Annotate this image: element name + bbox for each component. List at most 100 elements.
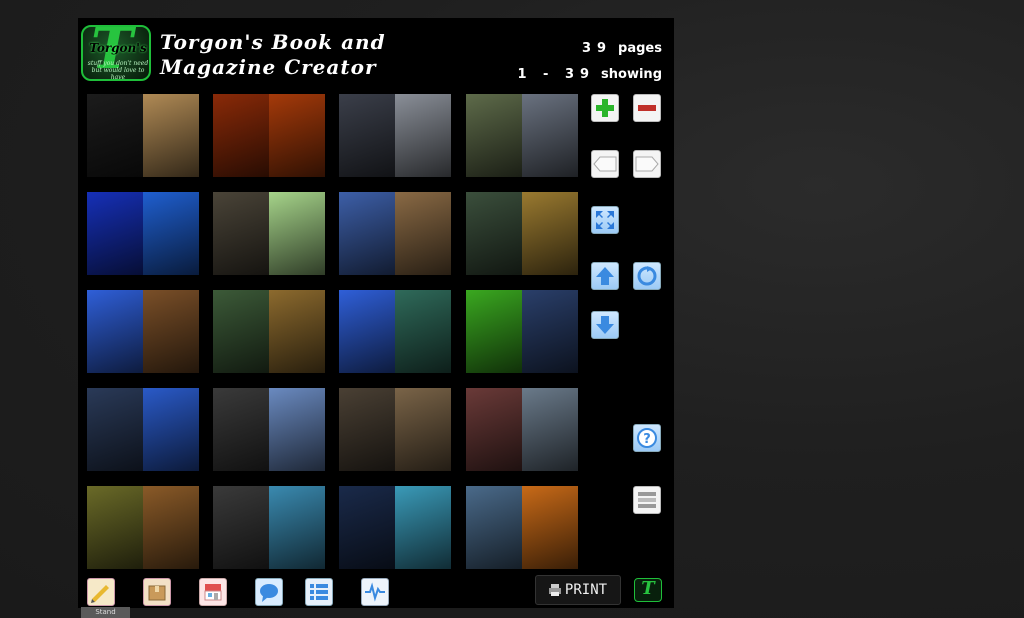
logo-tagline: stuff you don't need but would love to h… bbox=[87, 60, 149, 81]
page-image-left bbox=[339, 388, 395, 471]
chat-button[interactable] bbox=[255, 578, 283, 606]
page-image-left bbox=[339, 94, 395, 177]
thumbnail-page-3-4[interactable] bbox=[213, 94, 325, 177]
torgon-mini-logo[interactable]: T bbox=[634, 578, 662, 602]
menu-list-button[interactable] bbox=[633, 486, 661, 514]
move-down-button[interactable] bbox=[591, 311, 619, 339]
page-image-right bbox=[522, 388, 578, 471]
previous-page-button[interactable] bbox=[591, 150, 619, 178]
page-image-left bbox=[213, 192, 269, 275]
activity-button[interactable] bbox=[361, 578, 389, 606]
torgon-logo: T Torgon's stuff you don't need but woul… bbox=[81, 25, 151, 81]
thumbnail-page-23-24[interactable] bbox=[466, 290, 578, 373]
page-image-right bbox=[269, 94, 325, 177]
page-image-right bbox=[522, 192, 578, 275]
thumbnail-page-9-10[interactable] bbox=[87, 192, 199, 275]
arrow-up-icon bbox=[596, 267, 614, 285]
page-image-left bbox=[466, 486, 522, 569]
expand-arrows-icon bbox=[596, 211, 614, 229]
app-title: Torgon's Book and Magazine Creator bbox=[160, 30, 420, 80]
svg-text:?: ? bbox=[643, 432, 651, 447]
rotate-button[interactable] bbox=[633, 262, 661, 290]
page-image-left bbox=[87, 388, 143, 471]
page-image-right bbox=[269, 388, 325, 471]
showing-range: 1 - 39 bbox=[517, 67, 596, 82]
thumbnail-page-33-34[interactable] bbox=[87, 486, 199, 569]
app-title-line-1: Torgon's Book and bbox=[160, 30, 386, 54]
thumbnail-page-29-30[interactable] bbox=[339, 388, 451, 471]
pages-count: 39 bbox=[581, 41, 613, 56]
question-icon: ? bbox=[637, 428, 657, 448]
page-image-left bbox=[466, 388, 522, 471]
page-image-left bbox=[213, 290, 269, 373]
page-count-info: 39 pages 1 - 39 showing bbox=[517, 36, 662, 88]
pages-label: pages bbox=[618, 41, 662, 56]
pencil-icon bbox=[91, 585, 109, 603]
thumbnail-grid bbox=[87, 94, 578, 570]
thumbnail-page-7-8[interactable] bbox=[466, 94, 578, 177]
page-image-left bbox=[339, 192, 395, 275]
page-image-left bbox=[339, 290, 395, 373]
page-image-right bbox=[522, 290, 578, 373]
logo-word: Torgon's bbox=[89, 41, 147, 55]
page-image-left bbox=[466, 192, 522, 275]
arrow-down-icon bbox=[596, 316, 614, 334]
thumbnail-page-5-6[interactable] bbox=[339, 94, 451, 177]
page-image-left bbox=[213, 486, 269, 569]
list-icon bbox=[638, 492, 656, 508]
thumbnail-page-31-32[interactable] bbox=[466, 388, 578, 471]
print-button[interactable]: PRINT bbox=[535, 575, 621, 605]
thumbnail-page-25-26[interactable] bbox=[87, 388, 199, 471]
help-button[interactable]: ? bbox=[633, 424, 661, 452]
plus-icon bbox=[596, 99, 614, 117]
thumbnail-page-13-14[interactable] bbox=[339, 192, 451, 275]
page-image-right bbox=[143, 192, 199, 275]
thumbnail-page-35-36[interactable] bbox=[213, 486, 325, 569]
page-image-left bbox=[87, 192, 143, 275]
package-button[interactable] bbox=[143, 578, 171, 606]
page-image-right bbox=[143, 486, 199, 569]
page-image-right bbox=[395, 192, 451, 275]
remove-page-button[interactable] bbox=[633, 94, 661, 122]
page-image-right bbox=[143, 290, 199, 373]
showing-label: showing bbox=[601, 67, 662, 82]
page-image-left bbox=[339, 486, 395, 569]
fullscreen-button[interactable] bbox=[591, 206, 619, 234]
settings-list-button[interactable] bbox=[305, 578, 333, 606]
chat-bubble-icon bbox=[260, 584, 278, 602]
minus-icon bbox=[638, 105, 656, 111]
page-image-left bbox=[213, 388, 269, 471]
thumbnail-page-1-2[interactable] bbox=[87, 94, 199, 177]
edit-pencil-button[interactable] bbox=[87, 578, 115, 606]
add-page-button[interactable] bbox=[591, 94, 619, 122]
thumbnail-page-27-28[interactable] bbox=[213, 388, 325, 471]
page-image-right bbox=[395, 94, 451, 177]
page-image-right bbox=[269, 290, 325, 373]
thumbnail-page-11-12[interactable] bbox=[213, 192, 325, 275]
next-page-button[interactable] bbox=[633, 150, 661, 178]
thumbnail-page-15-16[interactable] bbox=[466, 192, 578, 275]
page-image-right bbox=[522, 486, 578, 569]
thumbnail-page-39-40[interactable] bbox=[466, 486, 578, 569]
page-image-left bbox=[87, 486, 143, 569]
print-label: PRINT bbox=[564, 582, 608, 598]
pulse-icon bbox=[365, 582, 385, 602]
page-image-right bbox=[395, 388, 451, 471]
page-image-right bbox=[143, 94, 199, 177]
box-icon bbox=[148, 585, 166, 601]
arrow-right-icon bbox=[635, 156, 659, 172]
thumbnail-page-21-22[interactable] bbox=[339, 290, 451, 373]
store-button[interactable] bbox=[199, 578, 227, 606]
settings-list-icon bbox=[310, 584, 328, 600]
thumbnail-page-37-38[interactable] bbox=[339, 486, 451, 569]
move-up-button[interactable] bbox=[591, 262, 619, 290]
thumbnail-page-19-20[interactable] bbox=[213, 290, 325, 373]
page-image-right bbox=[522, 94, 578, 177]
page-image-right bbox=[269, 192, 325, 275]
app-title-line-2: Magazine Creator bbox=[160, 55, 377, 79]
shop-icon bbox=[204, 584, 222, 601]
page-image-left bbox=[213, 94, 269, 177]
thumbnail-page-17-18[interactable] bbox=[87, 290, 199, 373]
stand-label: Stand bbox=[81, 607, 130, 618]
page-image-right bbox=[395, 486, 451, 569]
